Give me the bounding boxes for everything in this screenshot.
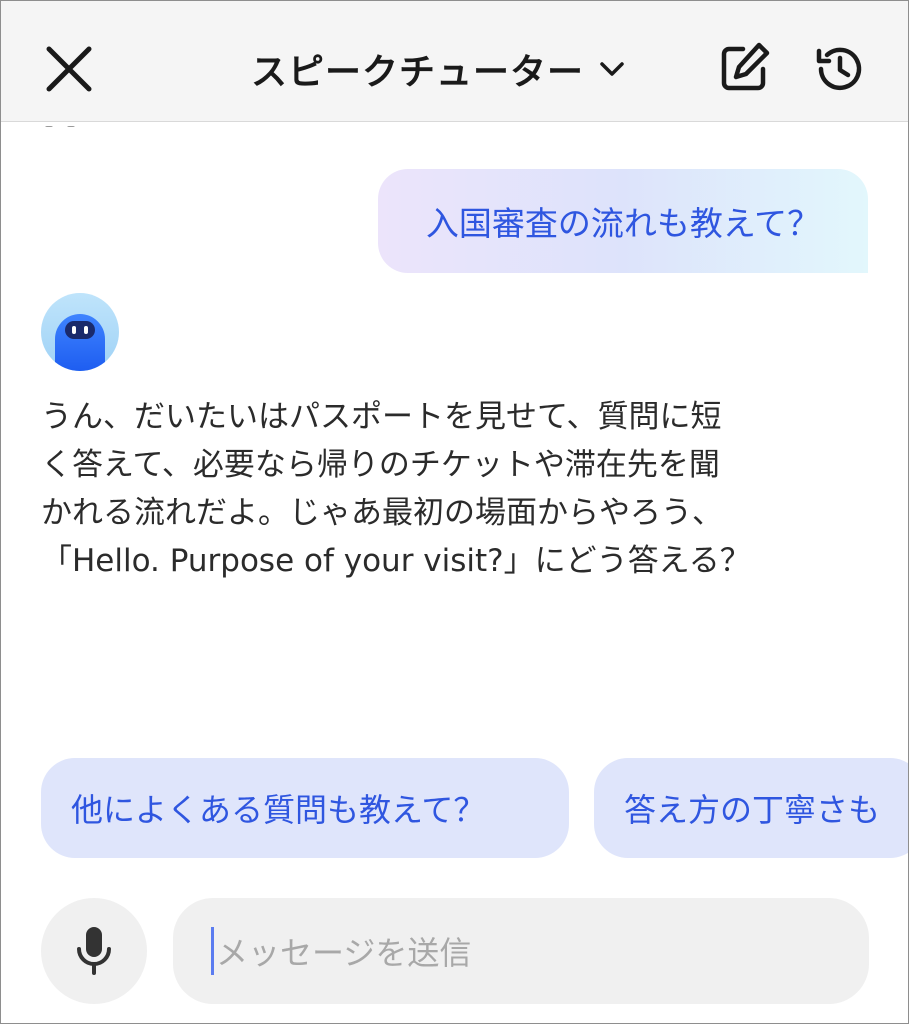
chevron-down-icon bbox=[600, 62, 624, 76]
robot-avatar-icon bbox=[41, 293, 119, 371]
assistant-message-line: く答えて、必要なら帰りのチケットや滞在先を聞 bbox=[41, 447, 720, 483]
history-button[interactable] bbox=[811, 41, 867, 97]
suggestion-chip-label: 答え方の丁寧さも bbox=[624, 791, 881, 829]
tutor-avatar bbox=[41, 293, 119, 371]
message-input[interactable]: メッセージを送信 bbox=[173, 898, 869, 1004]
message-input-placeholder: メッセージを送信 bbox=[216, 934, 472, 972]
tutor-selector[interactable]: スピークチューター bbox=[251, 41, 626, 97]
suggestion-chip[interactable]: 答え方の丁寧さも bbox=[594, 758, 908, 858]
user-message-bubble: 入国審査の流れも教えて？ bbox=[378, 169, 868, 273]
voice-input-button[interactable] bbox=[41, 898, 147, 1004]
close-icon bbox=[46, 46, 92, 92]
suggestion-chip-label: 他によくある質問も教えて？ bbox=[71, 791, 486, 829]
suggestion-chip[interactable]: 他によくある質問も教えて？ bbox=[41, 758, 569, 858]
chat-screen: スピークチューター 入国審査の流れも教えて？ うん、だいたいはパスポートを見せて… bbox=[0, 0, 909, 1024]
assistant-message-line: うん、だいたいはパスポートを見せて、質問に短 bbox=[41, 399, 722, 435]
edit-icon bbox=[721, 42, 770, 91]
close-button[interactable] bbox=[43, 43, 95, 95]
text-cursor bbox=[211, 927, 214, 975]
page-title: スピークチューター bbox=[251, 52, 585, 93]
history-icon bbox=[816, 47, 862, 91]
user-message-text: 入国審査の流れも教えて？ bbox=[425, 204, 821, 243]
scrolled-text-fragment bbox=[45, 115, 105, 127]
top-bar: スピークチューター bbox=[1, 1, 908, 122]
new-chat-button[interactable] bbox=[717, 39, 773, 95]
assistant-message: うん、だいたいはパスポートを見せて、質問に短 く答えて、必要なら帰りのチケットや… bbox=[41, 393, 871, 585]
assistant-message-line: 「Hello. Purpose of your visit?」にどう答える？ bbox=[41, 543, 751, 579]
microphone-icon bbox=[77, 927, 111, 975]
assistant-message-line: かれる流れだよ。じゃあ最初の場面からやろう、 bbox=[41, 495, 723, 531]
